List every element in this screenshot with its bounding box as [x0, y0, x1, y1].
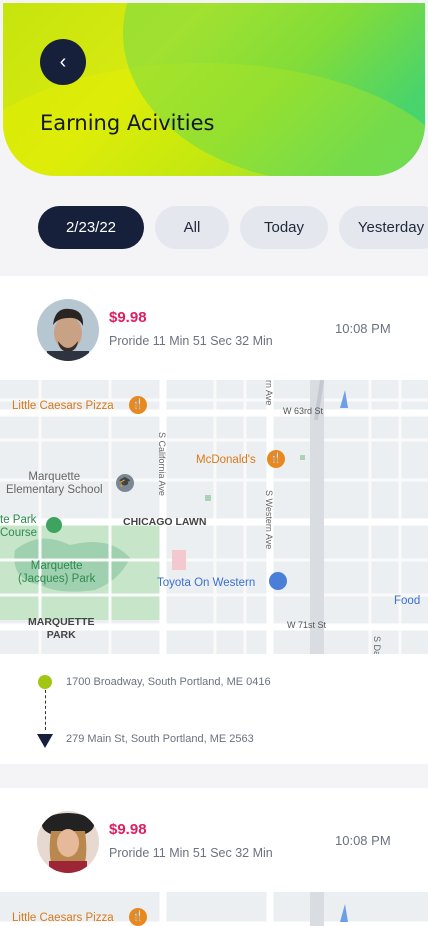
- filter-chip-date[interactable]: 2/23/22: [38, 206, 144, 249]
- ride-price: $9.98: [109, 309, 147, 326]
- school-pin-icon: 🎓: [116, 474, 134, 492]
- map-label-little-caesars: Little Caesars Pizza: [12, 912, 114, 924]
- map-label-marquette-park-area: MARQUETTE PARK: [28, 616, 95, 641]
- restaurant-pin-icon: 🍴: [129, 908, 147, 926]
- shopping-pin-icon: [269, 572, 287, 590]
- header-banner: ‹ Earning Acivities: [3, 3, 425, 176]
- back-button[interactable]: ‹: [40, 39, 86, 85]
- route-map[interactable]: Little Caesars Pizza 🍴 W 63rd St McDonal…: [0, 380, 428, 654]
- map-label-toyota: Toyota On Western: [157, 577, 256, 589]
- ride-card[interactable]: $9.98 Proride 11 Min 51 Sec 32 Min 10:08…: [0, 788, 428, 926]
- ride-time: 10:08 PM: [335, 321, 391, 336]
- date-filter-bar: 2/23/22 All Today Yesterday: [38, 206, 428, 249]
- ride-card[interactable]: $9.98 Proride 11 Min 51 Sec 32 Min 10:08…: [0, 276, 428, 764]
- map-label-w63: W 63rd St: [283, 406, 324, 416]
- page-title: Earning Acivities: [40, 111, 215, 135]
- map-streets: [0, 380, 428, 654]
- ride-duration: Proride 11 Min 51 Sec 32 Min: [109, 846, 273, 860]
- map-label-park-course: te Park Course: [0, 514, 38, 539]
- map-label-marquette-park: Marquette (Jacques) Park: [18, 560, 96, 585]
- avatar: [37, 811, 99, 873]
- map-label-western-top: rn Ave: [264, 380, 274, 406]
- map-label-little-caesars: Little Caesars Pizza: [12, 400, 114, 412]
- map-label-chicago-lawn: CHICAGO LAWN: [123, 516, 207, 528]
- ride-price: $9.98: [109, 821, 147, 838]
- map-label-marquette-school: Marquette Elementary School: [6, 471, 103, 496]
- restaurant-pin-icon: 🍴: [267, 450, 285, 468]
- map-label-w71: W 71st St: [287, 620, 327, 630]
- filter-chip-all[interactable]: All: [155, 206, 229, 249]
- avatar: [37, 299, 99, 361]
- pickup-dot-icon: [38, 675, 52, 689]
- map-label-s-damen: S Da: [372, 636, 382, 654]
- golf-pin-icon: [46, 517, 62, 533]
- dropoff-address: 279 Main St, South Portland, ME 2563: [66, 733, 254, 745]
- ride-time: 10:08 PM: [335, 833, 391, 848]
- chevron-left-icon: ‹: [59, 50, 67, 73]
- restaurant-pin-icon: 🍴: [129, 396, 147, 414]
- route-connector: [45, 690, 46, 730]
- map-label-s-california: S California Ave: [157, 432, 167, 496]
- route-map[interactable]: Little Caesars Pizza 🍴: [0, 892, 428, 926]
- map-label-s-western: S Western Ave: [264, 490, 274, 550]
- ride-duration: Proride 11 Min 51 Sec 32 Min: [109, 334, 273, 348]
- map-label-food: Food: [394, 595, 421, 607]
- filter-chip-today[interactable]: Today: [240, 206, 328, 249]
- map-label-mcdonalds: McDonald's: [196, 454, 256, 466]
- filter-chip-yesterday[interactable]: Yesterday: [339, 206, 428, 249]
- pickup-address: 1700 Broadway, South Portland, ME 0416: [66, 676, 271, 688]
- dropoff-arrow-icon: [37, 734, 53, 748]
